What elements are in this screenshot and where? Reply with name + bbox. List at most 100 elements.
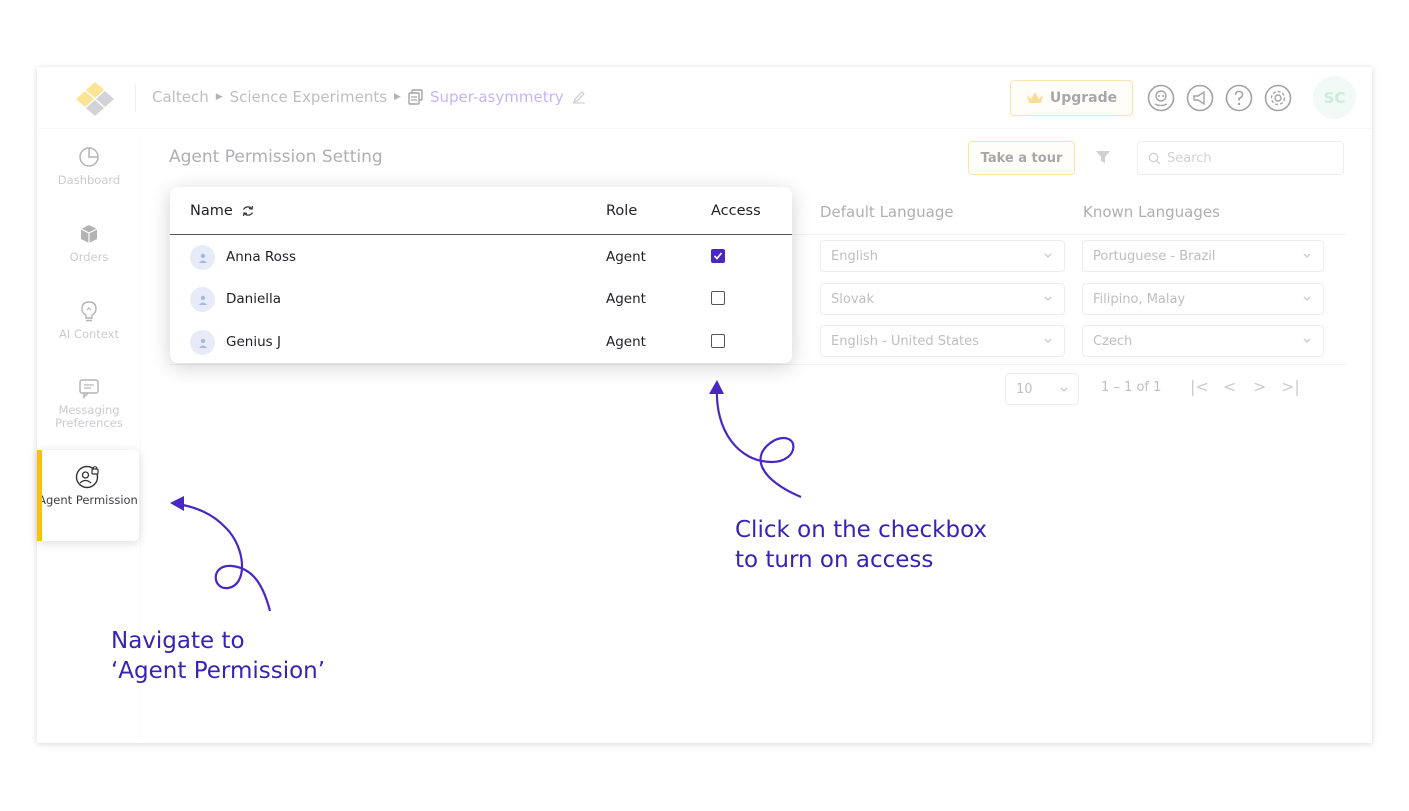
access-checkbox[interactable] — [711, 291, 725, 305]
column-header-default-language: Default Language — [820, 203, 954, 221]
box-icon — [80, 225, 98, 243]
page: Caltech ▶ Science Experiments ▶ Super-as… — [0, 0, 1409, 811]
column-header-name: Name — [190, 203, 255, 219]
agent-role: Agent — [606, 334, 646, 350]
chevron-down-icon — [1303, 253, 1311, 258]
select-value: Portuguese - Brazil — [1093, 248, 1216, 264]
header-divider — [135, 84, 136, 112]
ai-bot-icon[interactable] — [1147, 84, 1175, 112]
edit-pencil-icon[interactable] — [572, 90, 586, 104]
copy-icon — [408, 89, 423, 105]
search-input[interactable]: Search — [1137, 141, 1344, 175]
user-icon — [198, 338, 207, 348]
sidebar-item-messaging[interactable]: Messaging Preferences — [37, 377, 141, 430]
checkbox-annotation: Click on the checkbox to turn on access — [735, 515, 987, 575]
known-languages-select[interactable]: Portuguese - Brazil — [1082, 240, 1324, 272]
next-page-icon[interactable]: > — [1253, 377, 1266, 396]
user-lock-icon — [75, 465, 99, 489]
prev-page-icon[interactable]: < — [1223, 377, 1236, 396]
column-header-access: Access — [711, 203, 761, 219]
search-placeholder: Search — [1167, 150, 1212, 166]
column-header-role: Role — [606, 203, 638, 219]
access-checkbox[interactable] — [711, 334, 725, 348]
default-language-select[interactable]: English — [820, 240, 1065, 272]
annotation-line: Click on the checkbox — [735, 517, 988, 543]
page-title: Agent Permission Setting — [169, 147, 383, 167]
refresh-icon[interactable] — [241, 204, 255, 218]
avatar — [190, 287, 215, 312]
upgrade-label: Upgrade — [1049, 90, 1118, 106]
filter-icon[interactable] — [1095, 149, 1111, 165]
access-checkbox[interactable] — [711, 249, 725, 263]
known-languages-select[interactable]: Czech — [1082, 325, 1324, 357]
default-language-select[interactable]: English - United States — [820, 325, 1065, 357]
help-icon[interactable] — [1225, 84, 1253, 112]
sidebar-item-label: Orders — [69, 250, 109, 264]
column-header-label: Name — [190, 203, 233, 219]
breadcrumb-project[interactable]: Science Experiments — [230, 88, 387, 106]
sidebar-item-label: Messaging Preferences — [55, 403, 123, 430]
agent-name: Genius J — [226, 334, 281, 350]
sidebar-item-orders[interactable]: Orders — [37, 223, 141, 264]
top-header: Caltech ▶ Science Experiments ▶ Super-as… — [37, 67, 1372, 129]
last-page-icon[interactable]: >| — [1281, 377, 1300, 396]
agent-role: Agent — [606, 291, 646, 307]
agent-name: Daniella — [226, 291, 282, 307]
select-value: English - United States — [831, 333, 979, 349]
user-avatar[interactable]: SC — [1313, 76, 1356, 119]
table-row: Daniella Agent — [170, 279, 792, 319]
active-indicator — [37, 450, 42, 541]
upgrade-button[interactable]: Upgrade — [1010, 80, 1133, 116]
search-icon — [1148, 152, 1161, 164]
avatar — [190, 245, 215, 270]
pagination-range: 1 – 1 of 1 — [1101, 380, 1162, 395]
chevron-down-icon — [1060, 387, 1068, 392]
select-value: Czech — [1093, 333, 1133, 349]
sidebar-item-label: Agent Permission — [38, 493, 138, 507]
table-row: Anna Ross Agent — [170, 237, 792, 277]
logo-icon[interactable] — [74, 80, 116, 118]
user-icon — [198, 253, 207, 263]
select-value: Filipino, Malay — [1093, 291, 1186, 307]
checkmark-icon — [713, 252, 723, 260]
breadcrumb-current[interactable]: Super-asymmetry — [408, 88, 564, 106]
navigate-annotation: Navigate to ‘Agent Permission’ — [111, 626, 325, 686]
annotation-line: ‘Agent Permission’ — [111, 658, 326, 684]
default-language-select[interactable]: Slovak — [820, 283, 1065, 315]
message-icon — [79, 379, 99, 399]
megaphone-icon[interactable] — [1186, 84, 1214, 112]
column-header-known-languages: Known Languages — [1083, 203, 1220, 221]
agent-name: Anna Ross — [226, 249, 297, 265]
permission-table-card: Name Role Access Anna Ross Agent Daniell… — [170, 187, 792, 363]
select-value: English — [831, 248, 878, 264]
chevron-down-icon — [1044, 296, 1052, 301]
sidebar-item-agent-permission[interactable]: Agent Permission — [37, 450, 139, 541]
first-page-icon[interactable]: |< — [1190, 377, 1209, 396]
lightbulb-icon — [81, 301, 97, 322]
take-tour-button[interactable]: Take a tour — [968, 141, 1075, 175]
sidebar-item-label: Dashboard — [57, 173, 121, 187]
breadcrumb-separator-icon: ▶ — [394, 92, 401, 102]
table-row: Genius J Agent — [170, 322, 792, 362]
sidebar-item-label: AI Context — [59, 327, 119, 341]
sidebar-item-dashboard[interactable]: Dashboard — [37, 146, 141, 187]
crown-icon — [1026, 92, 1043, 103]
page-size-select[interactable]: 10 — [1005, 373, 1079, 405]
annotation-line: Navigate to — [111, 628, 245, 654]
breadcrumb-separator-icon: ▶ — [215, 92, 223, 102]
chevron-down-icon — [1044, 338, 1052, 343]
chevron-down-icon — [1303, 296, 1311, 301]
gear-icon[interactable] — [1264, 84, 1292, 112]
table-header-divider — [170, 234, 792, 235]
avatar — [190, 330, 215, 355]
chevron-down-icon — [1303, 338, 1311, 343]
breadcrumb-org[interactable]: Caltech — [152, 88, 209, 106]
annotation-line: to turn on access — [735, 547, 934, 573]
pie-chart-icon — [79, 147, 99, 167]
page-size-value: 10 — [1016, 381, 1033, 397]
agent-role: Agent — [606, 249, 646, 265]
chevron-down-icon — [1044, 253, 1052, 258]
breadcrumb: Caltech ▶ Science Experiments ▶ Super-as… — [152, 85, 586, 109]
sidebar-item-ai-context[interactable]: AI Context — [37, 300, 141, 341]
known-languages-select[interactable]: Filipino, Malay — [1082, 283, 1324, 315]
